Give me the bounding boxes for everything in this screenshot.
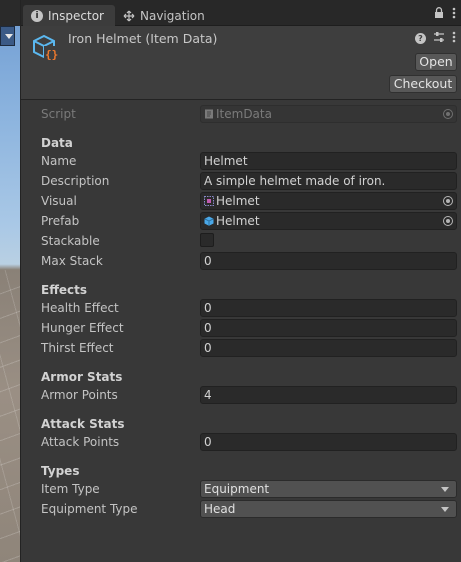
script-icon bbox=[205, 109, 213, 119]
stackable-checkbox[interactable] bbox=[200, 233, 214, 247]
scene-toolbar bbox=[0, 0, 20, 26]
prefab-field[interactable]: Helmet bbox=[200, 212, 457, 230]
item-type-value: Equipment bbox=[204, 482, 270, 496]
inspector-panel: i Inspector Navigation {} Iron Helmet (I… bbox=[20, 0, 461, 562]
help-icon[interactable]: ? bbox=[415, 33, 426, 44]
prefab-picker-icon[interactable] bbox=[443, 216, 453, 226]
section-armor-stats: Armor Stats bbox=[41, 370, 123, 384]
thirst-effect-label: Thirst Effect bbox=[41, 341, 114, 355]
navigation-icon bbox=[123, 10, 135, 22]
section-attack-stats: Attack Stats bbox=[41, 417, 125, 431]
sprite-icon bbox=[204, 196, 214, 206]
scene-view-strip bbox=[0, 0, 20, 562]
visual-field[interactable]: Helmet bbox=[200, 192, 457, 210]
health-effect-row: Health Effect 0 bbox=[21, 298, 461, 318]
attack-points-row: Attack Points 0 bbox=[21, 432, 461, 452]
open-button[interactable]: Open bbox=[415, 53, 457, 71]
stackable-label: Stackable bbox=[41, 234, 100, 248]
name-label: Name bbox=[41, 154, 77, 168]
item-type-dropdown[interactable]: Equipment bbox=[200, 480, 457, 498]
section-types: Types bbox=[41, 464, 80, 478]
thirst-effect-row: Thirst Effect 0 bbox=[21, 338, 461, 358]
prefab-label: Prefab bbox=[41, 214, 80, 228]
equipment-type-label: Equipment Type bbox=[41, 502, 138, 516]
prefab-icon bbox=[204, 216, 214, 226]
visual-picker-icon[interactable] bbox=[443, 196, 453, 206]
hunger-effect-field[interactable]: 0 bbox=[200, 319, 457, 337]
visual-row: Visual Helmet bbox=[21, 191, 461, 211]
scene-dropdown-button[interactable] bbox=[0, 26, 15, 46]
prefab-value: Helmet bbox=[216, 214, 260, 228]
armor-points-row: Armor Points 4 bbox=[21, 385, 461, 405]
chevron-down-icon bbox=[441, 487, 449, 492]
property-list: Script ItemData Data Name Helmet Descrip… bbox=[21, 101, 461, 562]
script-label: Script bbox=[41, 107, 76, 121]
header-menu-icon[interactable] bbox=[452, 31, 456, 46]
asset-title: Iron Helmet (Item Data) bbox=[68, 31, 218, 46]
inspector-header: {} Iron Helmet (Item Data) ? Open Checko… bbox=[21, 26, 461, 100]
item-type-row: Item Type Equipment bbox=[21, 479, 461, 499]
description-field[interactable]: A simple helmet made of iron. bbox=[200, 172, 457, 190]
stackable-row: Stackable bbox=[21, 231, 461, 251]
health-effect-field[interactable]: 0 bbox=[200, 299, 457, 317]
svg-text:{}: {} bbox=[45, 48, 58, 61]
kebab-menu-icon[interactable] bbox=[452, 7, 456, 22]
tab-inspector-label: Inspector bbox=[48, 8, 104, 23]
hunger-effect-row: Hunger Effect 0 bbox=[21, 318, 461, 338]
script-field: ItemData bbox=[200, 105, 457, 123]
name-row: Name Helmet bbox=[21, 151, 461, 171]
max-stack-label: Max Stack bbox=[41, 254, 103, 268]
tab-bar: i Inspector Navigation bbox=[21, 0, 461, 26]
scene-grid bbox=[0, 270, 20, 562]
item-type-label: Item Type bbox=[41, 482, 100, 496]
checkout-button[interactable]: Checkout bbox=[389, 75, 457, 93]
visual-value: Helmet bbox=[216, 194, 260, 208]
preset-icon[interactable] bbox=[433, 31, 445, 46]
equipment-type-value: Head bbox=[204, 502, 236, 516]
chevron-down-icon bbox=[441, 507, 449, 512]
section-effects: Effects bbox=[41, 283, 88, 297]
attack-points-label: Attack Points bbox=[41, 435, 120, 449]
section-data: Data bbox=[41, 136, 73, 150]
hunger-effect-label: Hunger Effect bbox=[41, 321, 124, 335]
armor-points-field[interactable]: 4 bbox=[200, 386, 457, 404]
scriptable-object-icon: {} bbox=[31, 32, 61, 62]
tab-navigation[interactable]: Navigation bbox=[121, 5, 205, 26]
description-row: Description A simple helmet made of iron… bbox=[21, 171, 461, 191]
script-value: ItemData bbox=[216, 107, 272, 121]
info-icon: i bbox=[31, 9, 43, 22]
lock-icon[interactable] bbox=[434, 7, 444, 22]
visual-label: Visual bbox=[41, 194, 77, 208]
prefab-row: Prefab Helmet bbox=[21, 211, 461, 231]
thirst-effect-field[interactable]: 0 bbox=[200, 339, 457, 357]
script-picker-icon bbox=[443, 109, 453, 119]
script-row: Script ItemData bbox=[21, 104, 461, 124]
attack-points-field[interactable]: 0 bbox=[200, 433, 457, 451]
max-stack-field[interactable]: 0 bbox=[200, 252, 457, 270]
equipment-type-dropdown[interactable]: Head bbox=[200, 500, 457, 518]
max-stack-row: Max Stack 0 bbox=[21, 251, 461, 271]
description-label: Description bbox=[41, 174, 110, 188]
tab-inspector[interactable]: i Inspector bbox=[23, 5, 115, 26]
tab-navigation-label: Navigation bbox=[140, 8, 205, 23]
name-field[interactable]: Helmet bbox=[200, 152, 457, 170]
health-effect-label: Health Effect bbox=[41, 301, 119, 315]
equipment-type-row: Equipment Type Head bbox=[21, 499, 461, 519]
armor-points-label: Armor Points bbox=[41, 388, 118, 402]
